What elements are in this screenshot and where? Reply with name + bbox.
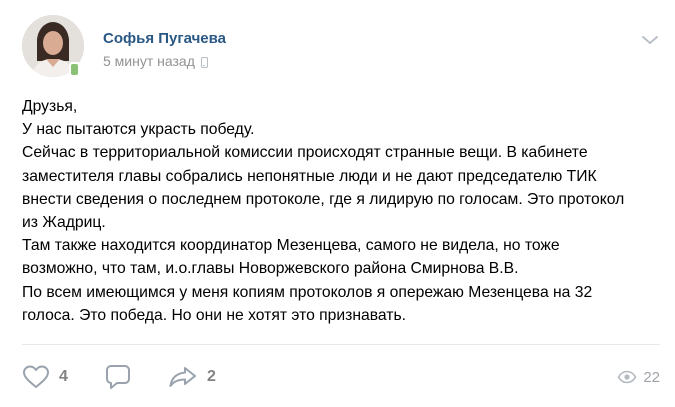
mobile-phone-icon (200, 57, 208, 68)
comment-button[interactable] (105, 362, 140, 392)
post-text-line: Там также находится координатор Мезенцев… (22, 237, 560, 255)
heart-icon (23, 365, 49, 388)
post-time-text: 5 минут назад (103, 53, 195, 69)
share-button[interactable]: 2 (168, 362, 216, 392)
post-text-line: У нас пытаются украсть победу. (22, 121, 255, 139)
post-text-line: Друзья, (22, 98, 78, 115)
post-text-line: возможно, что там, и.о.главы Новоржевско… (22, 260, 519, 278)
share-count: 2 (207, 368, 216, 385)
views-count: 22 (643, 368, 660, 386)
online-mobile-indicator (69, 62, 80, 77)
comment-icon (106, 365, 130, 389)
like-count: 4 (59, 368, 68, 385)
post-text-line: внести сведения о последнем протоколе, г… (22, 190, 625, 208)
post-time[interactable]: 5 минут назад (103, 53, 208, 69)
share-arrow-icon (169, 367, 196, 387)
post-text: Друзья, У нас пытаются украсть победу. С… (22, 95, 662, 327)
like-button[interactable]: 4 (22, 362, 68, 392)
post-actions-bar: 4 2 22 (22, 362, 662, 392)
more-options-button[interactable] (640, 33, 660, 45)
views-counter: 22 (617, 362, 660, 392)
post-text-line: из Жадриц. (22, 214, 106, 232)
post-text-line: По всем имеющимся у меня копиям протокол… (22, 283, 593, 301)
post-header: Софья Пугачева 5 минут назад (22, 15, 662, 85)
eye-icon (617, 370, 637, 384)
post-text-line: голоса. Это победа. Но они не хотят это … (22, 306, 406, 324)
post-text-line: Сейчас в территориальной комиссии происх… (22, 144, 588, 162)
post-text-line: заместителя главы собрались непонятные л… (22, 167, 597, 185)
actions-divider (22, 344, 660, 345)
author-name-link[interactable]: Софья Пугачева (103, 30, 226, 47)
chevron-down-icon (642, 36, 658, 44)
